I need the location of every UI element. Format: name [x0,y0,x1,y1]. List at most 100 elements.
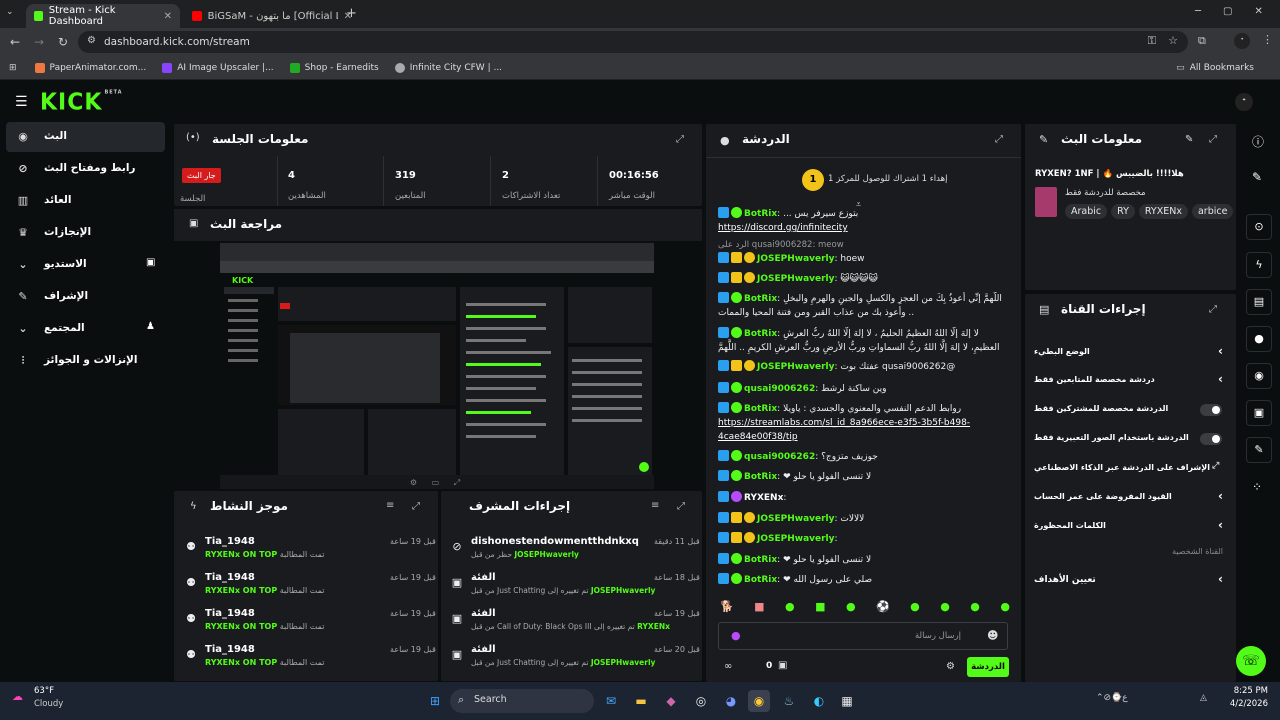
sidebar-item-drops[interactable]: ⫶ الإنزالات و الجوائز [6,346,165,376]
discord-icon[interactable]: ◕ [720,690,742,712]
channel-action-row[interactable]: الوضع البطيء › [1034,340,1224,368]
sidebar-item-stream-key[interactable]: ⊘ رابط ومفتاح البث [6,154,165,184]
reload-button[interactable]: ↻ [51,35,75,49]
emote-icon[interactable]: ● [970,600,980,616]
tag-chip[interactable]: RY [1111,204,1135,219]
app-icon[interactable]: ◎ [690,690,712,712]
chat-link[interactable]: https://streamlabs.com/sl_id_8a966ece-e3… [718,418,970,442]
chat-username[interactable]: BotRix [744,209,777,219]
bookmark-ai-upscaler[interactable]: AI Image Upscaler |... [162,62,274,73]
emote-bar[interactable]: 🐕 ■ ● ■ ● ⚽ ● ● ● ● [720,600,1010,616]
tab-search-button[interactable]: ⌄ [6,7,14,17]
rail-chat-button[interactable]: ● [1246,326,1272,352]
expand-icon[interactable]: ⤢ [677,501,685,512]
edit-pencil-icon[interactable]: ✎ [1252,170,1262,184]
mic-icon[interactable]: ● [731,629,741,642]
help-chat-button[interactable]: ☏ [1236,646,1266,676]
preview-controls[interactable]: ⚙ ▭ ⤢ [176,478,700,488]
apps-grid-icon[interactable]: ⊞ [9,63,17,73]
sidebar-item-moderation[interactable]: ✎ الإشراف [6,282,165,312]
site-info-icon[interactable]: ⚙ [87,35,96,46]
sidebar-item-revenue[interactable]: ▥ العائد [6,186,165,216]
stream-preview-video[interactable]: KICK [220,243,654,489]
taskbar-search[interactable]: ⌕ Search [450,689,594,713]
emote-icon[interactable]: ● [785,600,795,616]
kick-logo[interactable]: KICK BETA [40,89,123,115]
rail-layout-button[interactable]: ▣ [1246,400,1272,426]
channel-action-row[interactable]: الدردشة باستخدام الصور التعبيرية فقط [1034,426,1224,454]
channel-action-row[interactable]: الدردشة مخصصة للمشتركين فقط [1034,397,1224,425]
emote-icon[interactable]: ● [910,600,920,616]
chat-username[interactable]: BotRix [744,575,777,585]
tab-kick-dashboard[interactable]: Stream - Kick Dashboard ✕ [26,4,180,28]
infinity-icon[interactable]: ∞ [724,661,732,672]
channel-action-row[interactable]: القيود المفروضة على عمر الحساب › [1034,485,1224,513]
chat-username[interactable]: JOSEPHwaverly [757,362,835,372]
rail-broadcast-button[interactable]: ◉ [1246,363,1272,389]
tag-chip[interactable]: arbice [1191,204,1234,219]
chat-input-box[interactable]: ● إرسال رسالة ☻ [718,622,1008,650]
chat-username[interactable]: BotRix [744,472,777,482]
close-tab-icon[interactable]: ✕ [164,11,172,22]
app-icon[interactable]: ◆ [660,690,682,712]
channel-action-row[interactable]: دردشة مخصصة للمتابعين فقط › [1034,368,1224,396]
start-menu-icon[interactable]: ⊞ [424,690,446,712]
expand-icon[interactable]: ⤢ [676,134,684,145]
toggle-switch[interactable] [1200,404,1222,416]
chat-username[interactable]: JOSEPHwaverly [757,514,835,524]
chat-reply-reference[interactable]: الرد على qusai9006282: meow [718,240,844,250]
tag-chip[interactable]: RYXENx [1138,204,1188,219]
edit-pencil-icon[interactable]: ✎ [1185,134,1193,145]
chat-username[interactable]: RYXENx [744,493,783,503]
tag-chip[interactable]: Arabic [1065,204,1108,219]
extensions-icon[interactable]: ⧉ [1198,34,1206,48]
chrome-icon[interactable]: ◉ [748,690,770,712]
back-button[interactable]: ← [3,35,27,49]
emote-icon[interactable]: ■ [754,600,764,616]
explorer-icon[interactable]: ▬ [630,690,652,712]
chat-username[interactable]: BotRix [744,555,777,565]
expand-icon[interactable]: ⤢ [1209,134,1217,145]
profile-avatar[interactable]: ᐩ [1234,33,1250,49]
all-bookmarks[interactable]: ▭ All Bookmarks [1176,63,1254,73]
rail-lightning-button[interactable]: ϟ [1246,252,1272,278]
system-tray-icons[interactable]: ⌃⊘⌚ع [1096,693,1128,703]
password-key-icon[interactable]: ⚿ [1148,34,1156,48]
steam-icon[interactable]: ♨ [778,690,800,712]
mail-icon[interactable]: ✉ [600,690,622,712]
rail-target-button[interactable]: ⊙ [1246,214,1272,240]
url-bar[interactable]: ⚙ dashboard.kick.com/stream ⚿ ☆ [78,31,1188,53]
rail-document-button[interactable]: ▤ [1246,289,1272,315]
filter-icon[interactable]: ≡ [651,500,659,511]
bookmark-infinite-city[interactable]: Infinite City CFW | ... [394,62,502,73]
sidebar-item-achievements[interactable]: ♛ الإنجازات [6,218,165,248]
expand-icon[interactable]: ⤢ [1209,304,1217,315]
set-goals-row[interactable]: تعيين الأهداف › [1034,570,1224,598]
filter-icon[interactable]: ≡ [386,500,394,511]
sidebar-item-stream[interactable]: ◉ البث [6,122,165,152]
emote-icon[interactable]: ⚽ [876,600,890,616]
chat-username[interactable]: BotRix [744,329,777,339]
sidebar-item-studio[interactable]: ⌄ الاستديو ▣ [6,250,165,280]
emote-icon[interactable]: ■ [815,600,825,616]
expand-icon[interactable]: ⤢ [412,501,420,512]
more-dots-icon[interactable]: ⁘ [1252,480,1262,494]
browser-menu-icon[interactable]: ⋮ [1262,33,1273,46]
emoji-icon[interactable]: ☻ [987,629,998,642]
chat-username[interactable]: qusai9006262 [744,452,815,462]
toggle-switch[interactable] [1200,433,1222,445]
emote-icon[interactable]: 🐕 [720,600,734,616]
rail-wrench-button[interactable]: ✎ [1246,437,1272,463]
channel-action-row[interactable]: الإشراف على الدردشة عبر الذكاء الاصطناعي… [1034,456,1224,484]
chat-username[interactable]: JOSEPHwaverly [757,274,835,284]
emote-icon[interactable]: ● [846,600,856,616]
chat-link[interactable]: https://discord.gg/infinitecity [718,223,848,233]
bookmark-star-icon[interactable]: ☆ [1168,34,1178,47]
emote-icon[interactable]: ● [940,600,950,616]
chat-send-button[interactable]: الدردشة [967,657,1009,677]
new-tab-button[interactable]: + [346,6,357,21]
forward-button[interactable]: → [27,35,51,49]
sidebar-item-community[interactable]: ⌄ المجتمع ♟ [6,314,165,344]
chat-username[interactable]: qusai9006262 [744,384,815,394]
store-icon[interactable]: ▦ [836,690,858,712]
